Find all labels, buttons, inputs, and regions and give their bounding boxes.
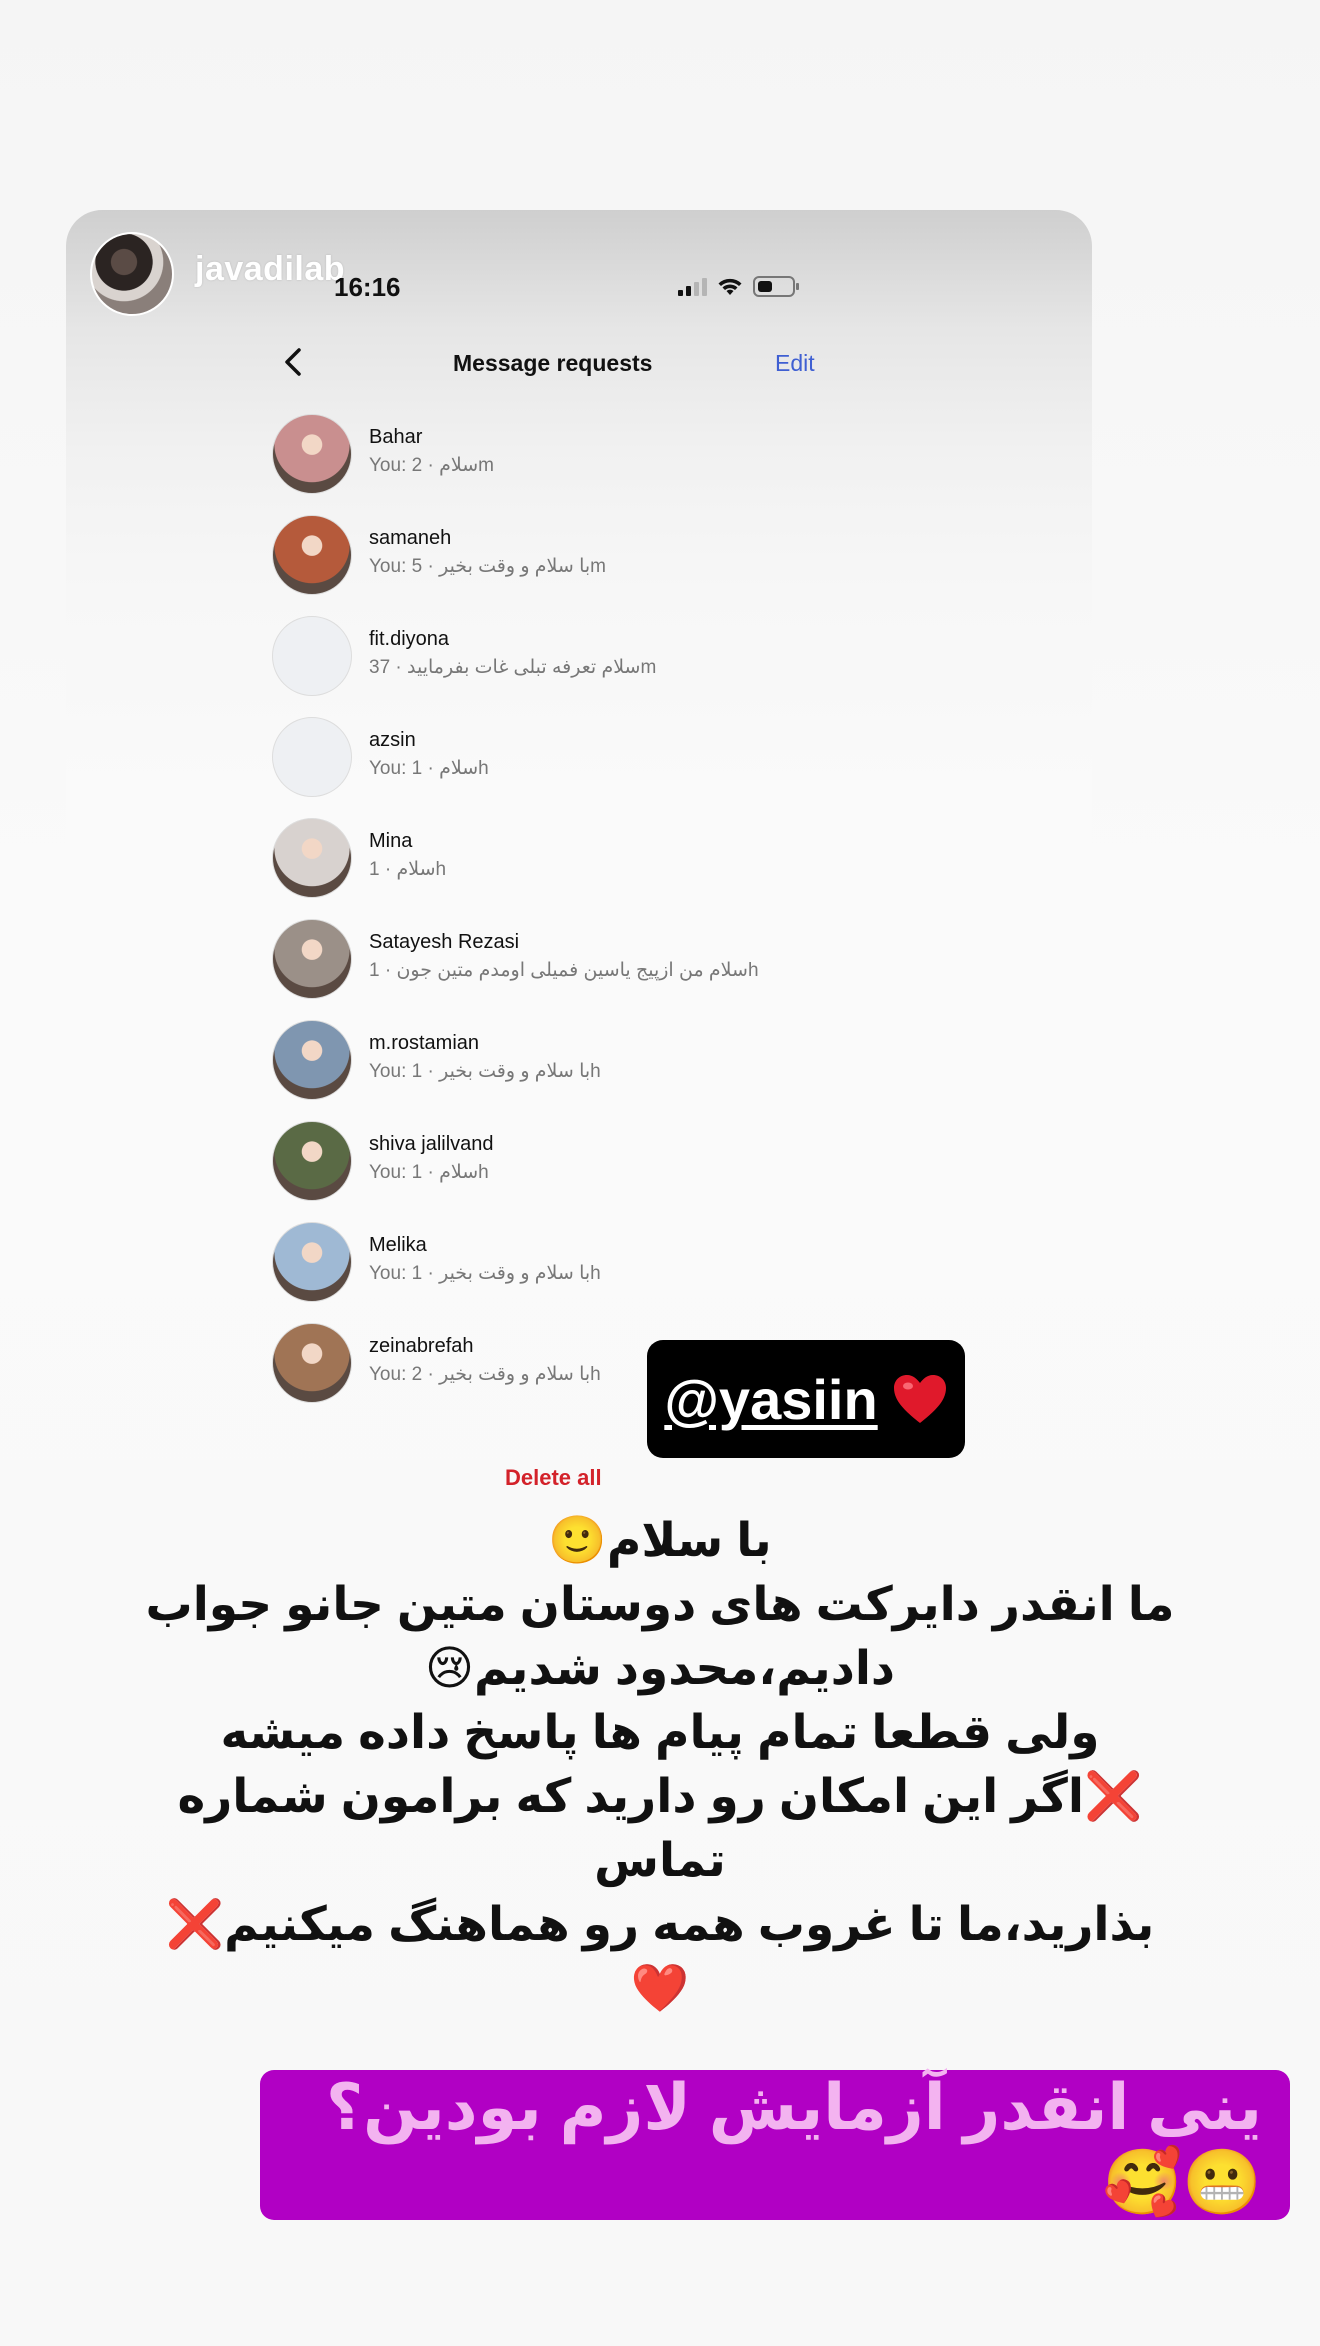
status-icons xyxy=(678,276,799,297)
avatar[interactable] xyxy=(272,616,352,696)
story-message: با سلام🙂 ما انقدر دایرکت های دوستان متین… xyxy=(140,1508,1180,2020)
request-preview: You: با سلام و وقت بخیر · 2h xyxy=(369,1364,601,1385)
avatar[interactable] xyxy=(272,1323,352,1403)
request-username: shiva jalilvand xyxy=(369,1133,494,1155)
message-line: ما انقدر دایرکت های دوستان متین جانو جوا… xyxy=(145,1577,1175,1630)
request-preview: You: سلام · 1h xyxy=(369,1162,489,1183)
message-request-row[interactable]: Mina سلام · 1h xyxy=(272,818,832,898)
request-username: Satayesh Rezasi xyxy=(369,931,520,953)
request-username: m.rostamian xyxy=(369,1032,480,1054)
caption-banner: ینی انقدر آزمایش لازم بودین؟😬🥰 xyxy=(260,2070,1290,2220)
battery-icon xyxy=(753,276,799,297)
message-request-row[interactable]: m.rostamian You: با سلام و وقت بخیر · 1h xyxy=(272,1020,832,1100)
request-preview: You: با سلام و وقت بخیر · 1h xyxy=(369,1061,601,1082)
request-username: samaneh xyxy=(369,527,452,549)
message-line: بذارید،ما تا غروب همه رو هماهنگ میکنیم❌❤… xyxy=(165,1897,1155,2014)
request-preview: You: با سلام و وقت بخیر · 1h xyxy=(369,1263,601,1284)
signal-icon xyxy=(678,277,707,296)
story-username[interactable]: javadilab xyxy=(195,250,345,289)
avatar[interactable] xyxy=(272,515,352,595)
message-line: ❌اگر این امکان رو دارید که برامون شماره … xyxy=(177,1769,1143,1886)
message-request-row[interactable]: Bahar You: سلام · 2m xyxy=(272,414,832,494)
request-preview: You: سلام · 1h xyxy=(369,758,489,779)
avatar[interactable] xyxy=(272,1222,352,1302)
request-username: Mina xyxy=(369,830,413,852)
message-request-row[interactable]: fit.diyona سلام تعرفه تبلی غات بفرمایید ·… xyxy=(272,616,832,696)
story-avatar[interactable] xyxy=(90,232,174,316)
avatar[interactable] xyxy=(272,717,352,797)
message-request-row[interactable]: Melika You: با سلام و وقت بخیر · 1h xyxy=(272,1222,832,1302)
request-preview: You: با سلام و وقت بخیر · 5m xyxy=(369,556,606,577)
avatar[interactable] xyxy=(272,1020,352,1100)
avatar[interactable] xyxy=(272,1121,352,1201)
request-username: azsin xyxy=(369,729,416,751)
edit-button[interactable]: Edit xyxy=(775,350,815,377)
message-line: ولی قطعا تمام پیام ها پاسخ داده میشه xyxy=(220,1705,1100,1758)
avatar[interactable] xyxy=(272,818,352,898)
status-time: 16:16 xyxy=(334,272,401,302)
heart-icon xyxy=(893,1375,946,1423)
delete-all-button[interactable]: Delete all xyxy=(505,1465,602,1491)
request-preview: سلام تعرفه تبلی غات بفرمایید · 37m xyxy=(369,657,657,678)
request-username: Bahar xyxy=(369,426,423,448)
back-chevron-icon[interactable] xyxy=(282,344,304,384)
request-preview: سلام من ازپیج یاسین فمیلی اومدم متین جون… xyxy=(369,960,759,981)
message-request-row[interactable]: shiva jalilvand You: سلام · 1h xyxy=(272,1121,832,1201)
mention-sticker[interactable]: @yasiin xyxy=(647,1340,965,1458)
avatar[interactable] xyxy=(272,919,352,999)
message-request-row[interactable]: Satayesh Rezasi سلام من ازپیج یاسین فمیلی… xyxy=(272,919,832,999)
wifi-icon xyxy=(718,278,742,295)
caption-text: ینی انقدر آزمایش لازم بودین؟😬🥰 xyxy=(326,2071,1262,2218)
request-username: fit.diyona xyxy=(369,628,450,650)
message-request-row[interactable]: samaneh You: با سلام و وقت بخیر · 5m xyxy=(272,515,832,595)
avatar[interactable] xyxy=(272,414,352,494)
request-preview: سلام · 1h xyxy=(369,859,447,880)
request-username: Melika xyxy=(369,1234,427,1256)
message-request-row[interactable]: azsin You: سلام · 1h xyxy=(272,717,832,797)
message-line: دادیم،محدود شدیم😢 xyxy=(424,1641,896,1694)
mention-text: @yasiin xyxy=(664,1367,878,1431)
message-line: با سلام🙂 xyxy=(548,1513,772,1566)
page-title: Message requests xyxy=(453,350,653,376)
request-preview: You: سلام · 2m xyxy=(369,455,494,476)
request-username: zeinabrefah xyxy=(369,1335,474,1357)
